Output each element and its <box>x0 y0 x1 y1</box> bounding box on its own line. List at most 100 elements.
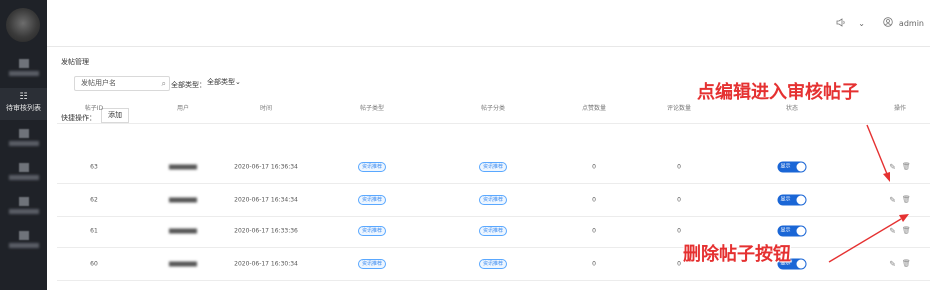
chevron-down-icon: ⌄ <box>235 78 241 86</box>
blurred-username <box>169 228 197 234</box>
type-tag: 资讯推荐 <box>357 162 387 172</box>
status-toggle[interactable]: 显示 <box>777 225 807 237</box>
cell-likes: 0 <box>592 196 596 204</box>
delete-annotation: 删除帖子按钮 <box>683 244 791 265</box>
blurred-icon <box>18 129 29 138</box>
sidebar-item-label: 待审核列表 <box>6 104 41 112</box>
cell-category: 资讯推荐 <box>478 226 508 236</box>
sidebar-item-pending-list[interactable]: ☷ 待审核列表 <box>0 88 47 120</box>
cell-time: 2020-06-17 16:30:34 <box>234 260 298 268</box>
type-tag: 资讯推荐 <box>357 259 387 269</box>
top-header: ⌄ admin <box>47 0 930 47</box>
cell-user <box>169 261 197 267</box>
column-header: 帖子ID <box>84 105 104 112</box>
status-label: 显示 <box>780 196 791 203</box>
blurred-username <box>169 261 197 267</box>
column-header: 时间 <box>259 105 273 112</box>
chevron-down-icon[interactable]: ⌄ <box>858 19 865 28</box>
cell-comments: 0 <box>677 227 681 235</box>
cell-id: 61 <box>90 227 98 235</box>
cell-type: 资讯推荐 <box>357 259 387 269</box>
edit-annotation: 点编辑进入审核帖子 <box>697 82 859 103</box>
column-header: 点赞数量 <box>581 105 607 112</box>
trash-icon[interactable]: 🗑 <box>902 260 911 269</box>
logo-avatar <box>6 8 40 42</box>
column-header: 用户 <box>176 105 190 112</box>
search-input[interactable]: 发帖用户名 ⌕ <box>74 76 170 91</box>
sidebar: ☷ 待审核列表 <box>0 0 47 290</box>
status-label: 显示 <box>780 163 791 170</box>
toggle-knob <box>796 226 806 236</box>
type-filter-select[interactable]: 全部类型⌄ <box>205 76 243 89</box>
cell-time: 2020-06-17 16:34:34 <box>234 196 298 204</box>
status-label: 显示 <box>780 227 791 234</box>
breadcrumb: 发帖管理 <box>61 58 89 66</box>
cell-id: 62 <box>90 196 98 204</box>
cell-comments: 0 <box>677 163 681 171</box>
trash-icon[interactable]: 🗑 <box>902 163 911 172</box>
status-toggle[interactable]: 显示 <box>777 194 807 206</box>
trash-icon[interactable]: 🗑 <box>902 227 911 236</box>
cell-time: 2020-06-17 16:36:34 <box>234 163 298 171</box>
column-header: 状态 <box>785 105 799 112</box>
cell-type: 资讯推荐 <box>357 226 387 236</box>
admin-username[interactable]: admin <box>899 19 924 28</box>
type-filter-value: 全部类型 <box>207 78 235 86</box>
category-tag: 资讯推荐 <box>478 259 508 269</box>
blurred-icon <box>18 197 29 206</box>
cell-likes: 0 <box>592 260 596 268</box>
category-tag: 资讯推荐 <box>478 162 508 172</box>
table-row: 61 2020-06-17 16:33:36 资讯推荐 资讯推荐 0 0 显示 ✎ 🗑 <box>57 215 930 248</box>
cell-comments: 0 <box>677 196 681 204</box>
sidebar-item-5[interactable] <box>0 194 47 226</box>
cell-type: 资讯推荐 <box>357 195 387 205</box>
divider <box>57 123 930 124</box>
category-tag: 资讯推荐 <box>478 195 508 205</box>
cell-category: 资讯推荐 <box>478 195 508 205</box>
type-tag: 资讯推荐 <box>357 195 387 205</box>
cell-actions: ✎ 🗑 <box>889 260 911 269</box>
edit-icon[interactable]: ✎ <box>889 227 896 236</box>
grid-icon: ☷ <box>19 92 28 102</box>
cell-time: 2020-06-17 16:33:36 <box>234 227 298 235</box>
category-tag: 资讯推荐 <box>478 226 508 236</box>
table-row: 60 2020-06-17 16:30:34 资讯推荐 资讯推荐 0 0 显示 ✎ 🗑 <box>57 248 930 281</box>
type-filter-label: 全部类型： <box>171 81 206 89</box>
blurred-icon <box>18 59 29 68</box>
cell-status: 显示 <box>777 161 807 173</box>
cell-category: 资讯推荐 <box>478 259 508 269</box>
search-icon[interactable]: ⌕ <box>162 77 166 90</box>
cell-status: 显示 <box>777 194 807 206</box>
column-header: 帖子类型 <box>359 105 385 112</box>
cell-actions: ✎ 🗑 <box>889 163 911 172</box>
toggle-knob <box>796 195 806 205</box>
sidebar-item-3[interactable] <box>0 126 47 158</box>
user-circle-icon[interactable] <box>883 17 893 29</box>
sidebar-item-4[interactable] <box>0 160 47 192</box>
trash-icon[interactable]: 🗑 <box>902 196 911 205</box>
column-header: 帖子分类 <box>480 105 506 112</box>
edit-icon[interactable]: ✎ <box>889 260 896 269</box>
cell-likes: 0 <box>592 163 596 171</box>
sidebar-item-6[interactable] <box>0 228 47 260</box>
edit-icon[interactable]: ✎ <box>889 196 896 205</box>
cell-id: 60 <box>90 260 98 268</box>
status-toggle[interactable]: 显示 <box>777 161 807 173</box>
speaker-icon[interactable] <box>836 17 846 29</box>
add-button[interactable]: 添加 <box>101 108 129 123</box>
edit-icon[interactable]: ✎ <box>889 163 896 172</box>
cell-user <box>169 164 197 170</box>
sidebar-item-1[interactable] <box>0 56 47 88</box>
quick-actions-label: 快捷操作： <box>61 114 96 122</box>
cell-type: 资讯推荐 <box>357 162 387 172</box>
type-tag: 资讯推荐 <box>357 226 387 236</box>
cell-actions: ✎ 🗑 <box>889 196 911 205</box>
cell-id: 63 <box>90 163 98 171</box>
cell-user <box>169 197 197 203</box>
blurred-username <box>169 197 197 203</box>
column-header: 评论数量 <box>666 105 692 112</box>
toggle-knob <box>796 259 806 269</box>
blurred-username <box>169 164 197 170</box>
cell-category: 资讯推荐 <box>478 162 508 172</box>
cell-likes: 0 <box>592 227 596 235</box>
